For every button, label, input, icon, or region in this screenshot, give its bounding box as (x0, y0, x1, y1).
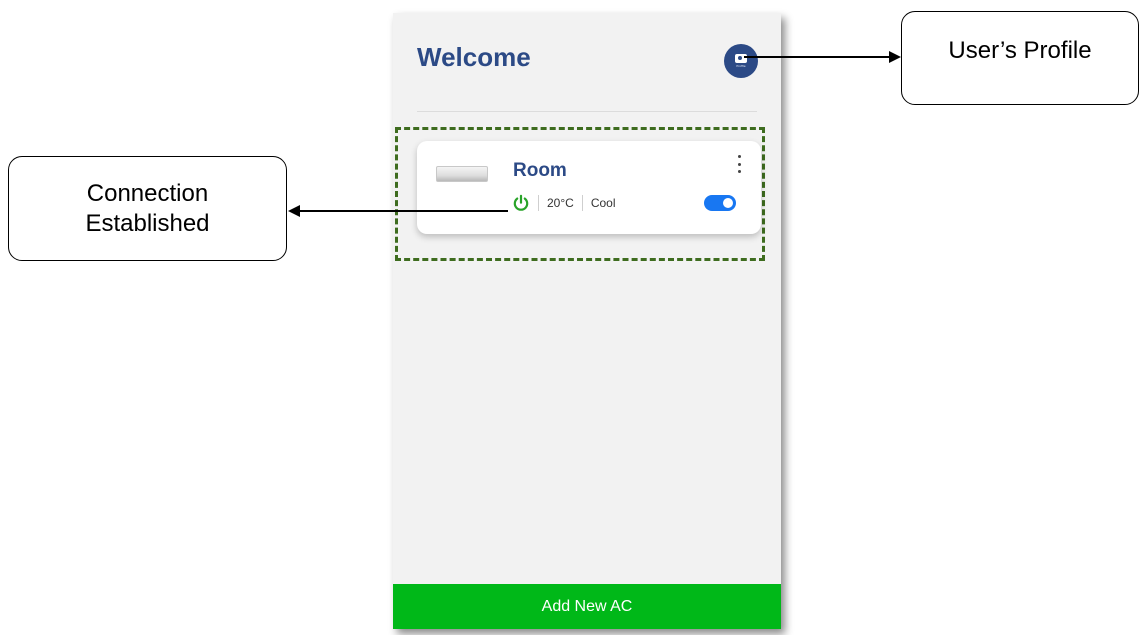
connection-arrow (288, 205, 508, 217)
annotation-arrows (288, 51, 901, 217)
profile-arrow (744, 51, 901, 63)
